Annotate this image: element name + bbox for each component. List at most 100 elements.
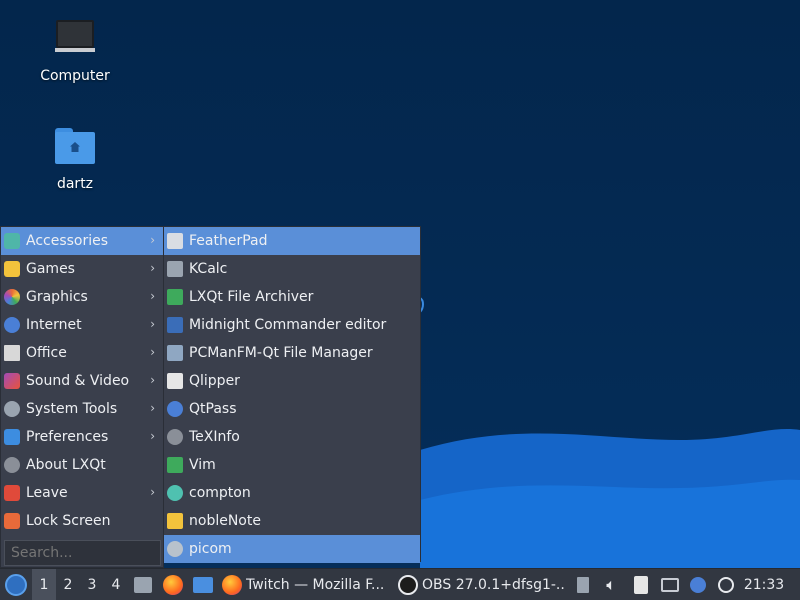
app-label: FeatherPad [189, 233, 268, 249]
menu-item-lock-screen[interactable]: Lock Screen [1, 507, 163, 535]
app-label: Midnight Commander editor [189, 317, 387, 333]
menu-category-games[interactable]: Games › [1, 255, 163, 283]
menu-category-sound-video[interactable]: Sound & Video › [1, 367, 163, 395]
desktop-switch-4[interactable]: 4 [104, 569, 128, 600]
about-icon [4, 457, 20, 473]
desktop-switch-3[interactable]: 3 [80, 569, 104, 600]
menu-search-input[interactable] [4, 540, 161, 566]
menu-category-label: Games [26, 261, 75, 277]
desktop-switch-2[interactable]: 2 [56, 569, 80, 600]
chevron-right-icon: › [150, 345, 155, 359]
eject-icon [577, 576, 589, 593]
tray-clipboard[interactable] [626, 569, 656, 600]
featherpad-icon [167, 233, 183, 249]
app-vim[interactable]: Vim [164, 451, 420, 479]
menu-category-label: Graphics [26, 289, 88, 305]
app-qlipper[interactable]: Qlipper [164, 367, 420, 395]
menu-category-system-tools[interactable]: System Tools › [1, 395, 163, 423]
archiver-icon [167, 289, 183, 305]
noblenote-icon [167, 513, 183, 529]
application-menu: Accessories › Games › Graphics › Interne… [0, 226, 164, 568]
app-featherpad[interactable]: FeatherPad [164, 227, 420, 255]
menu-category-label: Office [26, 345, 67, 361]
show-desktop-button[interactable] [128, 569, 158, 600]
firefox-launcher[interactable] [158, 569, 188, 600]
chevron-right-icon: › [150, 233, 155, 247]
app-label: picom [189, 541, 232, 557]
menu-category-accessories[interactable]: Accessories › [1, 227, 163, 255]
compton-icon [167, 485, 183, 501]
menu-category-office[interactable]: Office › [1, 339, 163, 367]
tray-volume[interactable]: 🔈︎ [596, 569, 626, 600]
tray-updates[interactable] [684, 569, 712, 600]
task-firefox[interactable]: Twitch — Mozilla F... [218, 569, 394, 600]
leave-icon [4, 485, 20, 501]
app-label: KCalc [189, 261, 228, 277]
chevron-right-icon: › [150, 317, 155, 331]
menu-category-graphics[interactable]: Graphics › [1, 283, 163, 311]
menu-item-label: About LXQt [26, 457, 106, 473]
app-label: LXQt File Archiver [189, 289, 314, 305]
internet-icon [4, 317, 20, 333]
mc-icon [167, 317, 183, 333]
chevron-right-icon: › [150, 289, 155, 303]
debian-icon [718, 576, 734, 593]
texinfo-icon [167, 429, 183, 445]
clipboard-icon [634, 575, 648, 594]
sound-video-icon [4, 373, 20, 389]
menu-category-label: Internet [26, 317, 82, 333]
tray-eject[interactable] [570, 569, 596, 600]
menu-category-label: Sound & Video [26, 373, 130, 389]
chevron-right-icon: › [150, 261, 155, 275]
app-midnight-commander-editor[interactable]: Midnight Commander editor [164, 311, 420, 339]
task-label: OBS 27.0.1+dfsg1-... [422, 576, 564, 593]
window-launcher[interactable] [188, 569, 218, 600]
office-icon [4, 345, 20, 361]
clock[interactable]: 21:33 [740, 569, 788, 600]
desktop-icon-home-folder[interactable]: dartz [20, 126, 130, 192]
tray-debian[interactable] [712, 569, 740, 600]
app-pcmanfm-qt[interactable]: PCManFM-Qt File Manager [164, 339, 420, 367]
desktop-icon-label: dartz [56, 176, 94, 192]
app-label: TeXInfo [189, 429, 240, 445]
menu-category-internet[interactable]: Internet › [1, 311, 163, 339]
menu-category-preferences[interactable]: Preferences › [1, 423, 163, 451]
menu-category-leave[interactable]: Leave › [1, 479, 163, 507]
system-tools-icon [4, 401, 20, 417]
qtpass-icon [167, 401, 183, 417]
desktop-icon-computer[interactable]: Computer [20, 18, 130, 84]
menu-category-label: Accessories [26, 233, 109, 249]
app-kcalc[interactable]: KCalc [164, 255, 420, 283]
chevron-right-icon: › [150, 429, 155, 443]
window-icon [193, 576, 213, 593]
firefox-icon [222, 574, 242, 595]
app-label: QtPass [189, 401, 237, 417]
app-noblenote[interactable]: nobleNote [164, 507, 420, 535]
app-texinfo[interactable]: TeXInfo [164, 423, 420, 451]
chevron-right-icon: › [150, 401, 155, 415]
qlipper-icon [167, 373, 183, 389]
menu-item-about-lxqt[interactable]: About LXQt [1, 451, 163, 479]
app-lxqt-file-archiver[interactable]: LXQt File Archiver [164, 283, 420, 311]
file-manager-launcher-icon [134, 576, 152, 593]
taskbar: 1 2 3 4 Twitch — Mozilla F... OBS 27.0.1… [0, 568, 800, 600]
tray-network[interactable] [656, 569, 684, 600]
task-obs[interactable]: OBS 27.0.1+dfsg1-... [394, 569, 570, 600]
desktop-icon-label: Computer [40, 68, 110, 84]
lxqt-logo-icon [5, 573, 27, 596]
file-manager-icon [167, 345, 183, 361]
preferences-icon [4, 429, 20, 445]
accessories-submenu: FeatherPad KCalc LXQt File Archiver Midn… [163, 226, 421, 563]
app-picom[interactable]: picom [164, 535, 420, 563]
kcalc-icon [167, 261, 183, 277]
start-menu-button[interactable] [0, 569, 32, 600]
app-qtpass[interactable]: QtPass [164, 395, 420, 423]
obs-icon [398, 574, 418, 595]
task-label: Twitch — Mozilla F... [246, 576, 385, 593]
desktop-switch-1[interactable]: 1 [32, 568, 56, 600]
vim-icon [167, 457, 183, 473]
app-compton[interactable]: compton [164, 479, 420, 507]
picom-icon [167, 541, 183, 557]
home-folder-icon [51, 126, 99, 170]
app-label: Vim [189, 457, 216, 473]
